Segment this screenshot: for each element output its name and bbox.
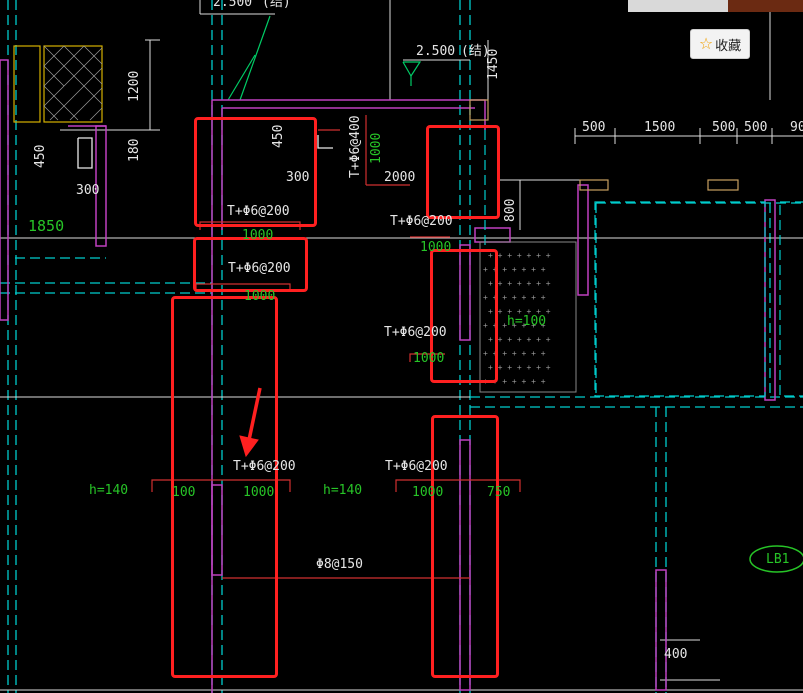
hatch-panels [13, 45, 103, 123]
rebar-label-bottom-right: T+Φ6@200 [385, 459, 448, 474]
walls [0, 59, 776, 693]
rebar-label-bottom-bar: Φ8@150 [316, 557, 363, 572]
green-h140-left: h=140 [89, 483, 129, 498]
dim-300-left: 300 [76, 183, 100, 198]
highlight-box-bottom-right [431, 415, 499, 678]
rebar-label-slab1: T+Φ6@200 [227, 204, 290, 219]
bookmark-button[interactable]: ☆ 收藏 [690, 29, 750, 59]
cad-drawing-canvas: + + + + + + ++ + + + + + + + + + + + + +… [0, 0, 803, 693]
green-dim-1000-right: 1000 [420, 240, 452, 255]
green-dim-1000-a: 1000 [242, 228, 274, 243]
dim-row-500c: 500 [744, 120, 768, 135]
rebar-label-slab2: T+Φ6@200 [228, 261, 291, 276]
top-bar-segment-dark [728, 0, 803, 12]
green-h100: h=100 [507, 314, 547, 329]
green-dim-1850: 1850 [28, 217, 65, 235]
green-dim-100: 100 [172, 485, 196, 500]
dim-400: 400 [664, 647, 688, 662]
green-h140-mid: h=140 [323, 483, 363, 498]
rebar-label-mid-right: T+Φ6@200 [384, 325, 447, 340]
reference-lines [0, 0, 803, 691]
beam-marks [469, 99, 739, 191]
rebar-label-bottom-left: T+Φ6@200 [233, 459, 296, 474]
struct-label-top: (结) [262, 0, 291, 10]
green-dim-1000-b: 1000 [244, 289, 276, 304]
dim-450-mid: 450 [271, 124, 286, 148]
top-bar-segment [628, 0, 728, 12]
dim-180: 180 [127, 138, 142, 162]
green-dim-750: 750 [487, 485, 511, 500]
dim-1450: 1450 [486, 48, 501, 80]
elevation-markers [227, 15, 422, 101]
grid-lines [0, 0, 803, 693]
elevation-label-top: 2.500 [213, 0, 253, 10]
dim-450-left: 450 [33, 144, 48, 168]
dim-row-500a: 500 [582, 120, 606, 135]
dim-2000: 2000 [384, 170, 416, 185]
elevation-label-mid: 2.500 [416, 44, 456, 59]
rebar-label-vertical: T+Φ6@400 [348, 115, 363, 178]
bookmark-label: 收藏 [715, 38, 742, 54]
green-dim-1000-bot: 1000 [243, 485, 275, 500]
dim-800: 800 [503, 198, 518, 222]
dim-300-mid: 300 [286, 170, 310, 185]
dim-row-90: 90 [790, 120, 803, 135]
dim-row-1500: 1500 [644, 120, 676, 135]
beam-tag-lb1: LB1 [766, 552, 790, 567]
star-icon: ☆ [698, 34, 714, 53]
green-dim-1000-mid: 1000 [413, 351, 445, 366]
dim-1200: 1200 [127, 70, 142, 102]
rebar-label-right-top: T+Φ6@200 [390, 214, 453, 229]
green-dim-1000-bot2: 1000 [412, 485, 444, 500]
green-dim-1000-vert: 1000 [369, 132, 384, 164]
dim-row-500b: 500 [712, 120, 736, 135]
highlight-box-top-right [426, 125, 500, 219]
